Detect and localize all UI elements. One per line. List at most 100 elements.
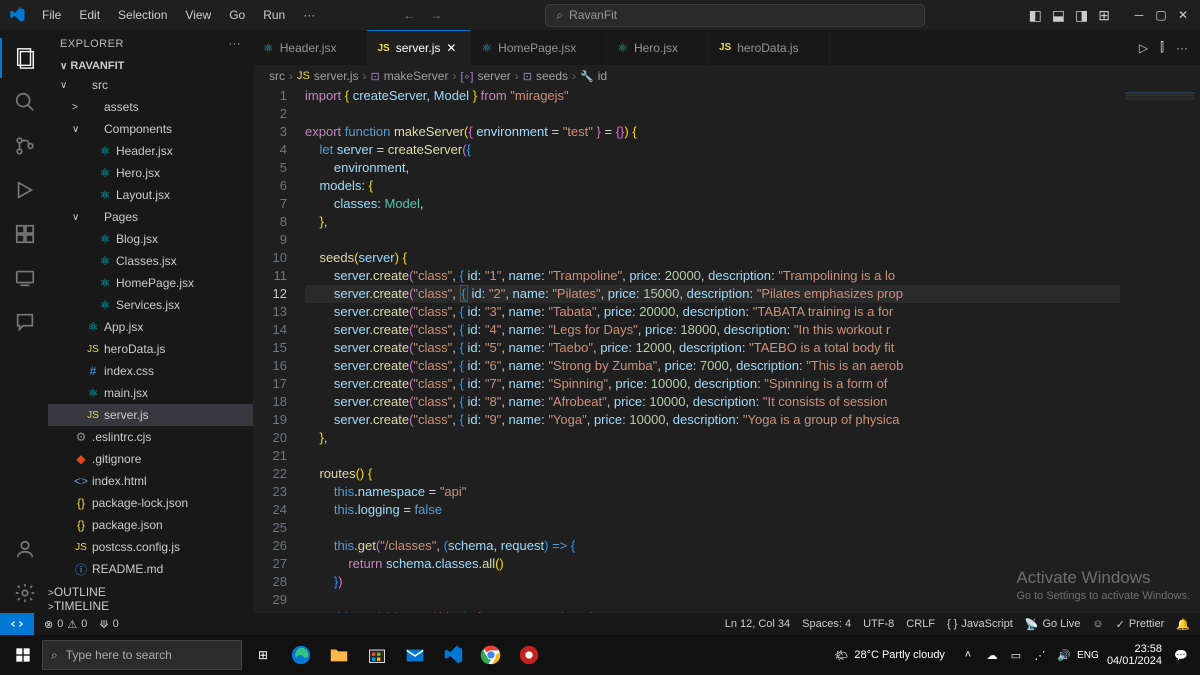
- chrome-canary-icon[interactable]: [512, 640, 546, 670]
- run-icon[interactable]: ▷: [1139, 41, 1148, 55]
- forward-icon[interactable]: →: [430, 8, 442, 22]
- outline-header[interactable]: >OUTLINE: [48, 585, 253, 599]
- onedrive-icon[interactable]: ☁: [981, 649, 1003, 662]
- tree-item[interactable]: ⚛Layout.jsx: [48, 184, 253, 206]
- indentation[interactable]: Spaces: 4: [802, 618, 851, 630]
- explorer-icon[interactable]: [0, 38, 48, 78]
- workspace-root[interactable]: ∨ RAVANFIT: [48, 58, 253, 74]
- command-center[interactable]: ⌕ RavanFit: [442, 4, 1028, 27]
- start-button-icon[interactable]: [8, 647, 38, 663]
- chat-icon[interactable]: [0, 302, 48, 342]
- minimize-icon[interactable]: ─: [1130, 8, 1148, 22]
- code-editor[interactable]: 1234567891011121314151617181920212223242…: [253, 87, 1200, 613]
- react-icon: ⚛: [84, 386, 102, 400]
- language-mode[interactable]: { }JavaScript: [947, 618, 1013, 630]
- tree-item[interactable]: <>index.html: [48, 470, 253, 492]
- code-content[interactable]: import { createServer, Model } from "mir…: [305, 87, 1120, 613]
- more-tab-icon[interactable]: ···: [1176, 41, 1188, 55]
- go-live[interactable]: 📡Go Live: [1025, 618, 1081, 631]
- tree-item[interactable]: ⚛Hero.jsx: [48, 162, 253, 184]
- layout-left-icon[interactable]: ◧: [1029, 7, 1042, 24]
- tree-item[interactable]: ∨Components: [48, 118, 253, 140]
- tree-item[interactable]: ⚛App.jsx: [48, 316, 253, 338]
- split-icon[interactable]: ⫿: [1160, 40, 1164, 55]
- tree-item[interactable]: ⓘREADME.md: [48, 558, 253, 580]
- tab[interactable]: ⚛Header.jsx✕: [253, 30, 367, 65]
- layout-bottom-icon[interactable]: ⬓: [1052, 7, 1065, 24]
- tree-item[interactable]: ∨src: [48, 74, 253, 96]
- tree-item[interactable]: ⚛Classes.jsx: [48, 250, 253, 272]
- wifi-icon[interactable]: ⋰: [1029, 649, 1051, 662]
- remote-indicator-icon[interactable]: [0, 613, 34, 635]
- tree-item[interactable]: ⚛Blog.jsx: [48, 228, 253, 250]
- menu-file[interactable]: File: [34, 4, 69, 26]
- layout-right-icon[interactable]: ◨: [1075, 7, 1088, 24]
- file-explorer-icon[interactable]: [322, 640, 356, 670]
- prettier-status[interactable]: ✓Prettier: [1116, 618, 1165, 631]
- eol[interactable]: CRLF: [906, 618, 935, 630]
- encoding[interactable]: UTF-8: [863, 618, 894, 630]
- more-icon[interactable]: ···: [229, 38, 242, 50]
- port-status[interactable]: ⟱0: [99, 618, 118, 631]
- timeline-header[interactable]: >TIMELINE: [48, 599, 253, 613]
- tree-item[interactable]: JSheroData.js: [48, 338, 253, 360]
- taskbar-search[interactable]: ⌕ Type here to search: [42, 640, 242, 670]
- tree-item[interactable]: {}package.json: [48, 514, 253, 536]
- volume-icon[interactable]: 🔊: [1053, 649, 1075, 662]
- edge-icon[interactable]: [284, 640, 318, 670]
- tree-item[interactable]: ⚛Services.jsx: [48, 294, 253, 316]
- chrome-icon[interactable]: [474, 640, 508, 670]
- menu-edit[interactable]: Edit: [71, 4, 108, 26]
- cursor-position[interactable]: Ln 12, Col 34: [725, 618, 790, 630]
- notifications-tray-icon[interactable]: 💬: [1170, 649, 1192, 662]
- menu-···[interactable]: ···: [295, 4, 323, 26]
- tree-item[interactable]: ⚛Header.jsx: [48, 140, 253, 162]
- language-icon[interactable]: ENG: [1077, 650, 1099, 661]
- nav-arrows[interactable]: ← →: [403, 8, 442, 22]
- close-tab-icon[interactable]: ✕: [446, 41, 460, 55]
- tree-item[interactable]: ⚛HomePage.jsx: [48, 272, 253, 294]
- source-control-icon[interactable]: [0, 126, 48, 166]
- tree-item[interactable]: ∨Pages: [48, 206, 253, 228]
- menu-selection[interactable]: Selection: [110, 4, 175, 26]
- weather-widget[interactable]: 🌤 28°C Partly cloudy: [834, 649, 945, 662]
- store-icon[interactable]: [360, 640, 394, 670]
- tab[interactable]: ⚛Hero.jsx✕: [607, 30, 709, 65]
- feedback-icon[interactable]: ☺: [1092, 618, 1103, 630]
- battery-icon[interactable]: ▭: [1005, 649, 1027, 662]
- tree-item[interactable]: {}package-lock.json: [48, 492, 253, 514]
- task-view-icon[interactable]: ⊞: [246, 640, 280, 670]
- tree-item[interactable]: JSserver.js: [48, 404, 253, 426]
- search-act-icon[interactable]: [0, 82, 48, 122]
- menu-go[interactable]: Go: [221, 4, 253, 26]
- tree-item[interactable]: JSpostcss.config.js: [48, 536, 253, 558]
- close-icon[interactable]: ✕: [1174, 8, 1192, 22]
- clock[interactable]: 23:58 04/01/2024: [1101, 643, 1168, 667]
- account-icon[interactable]: [0, 529, 48, 569]
- notifications-icon[interactable]: 🔔: [1176, 618, 1190, 631]
- remote-explorer-icon[interactable]: [0, 258, 48, 298]
- maximize-icon[interactable]: ▢: [1152, 8, 1170, 22]
- minimap[interactable]: [1120, 87, 1200, 613]
- tab[interactable]: JSserver.js✕: [367, 30, 471, 65]
- tree-item[interactable]: ◆.gitignore: [48, 448, 253, 470]
- problems-status[interactable]: ⊗0 ⚠0: [44, 618, 87, 631]
- back-icon[interactable]: ←: [403, 8, 415, 22]
- tree-item[interactable]: #index.css: [48, 360, 253, 382]
- tree-item[interactable]: >assets: [48, 96, 253, 118]
- breadcrumb[interactable]: src›JS server.js›⊡ makeServer›[∘] server…: [253, 65, 1200, 87]
- status-bar: ⊗0 ⚠0 ⟱0 Ln 12, Col 34 Spaces: 4 UTF-8 C…: [0, 613, 1200, 635]
- tree-item[interactable]: ⚙.eslintrc.cjs: [48, 426, 253, 448]
- menu-run[interactable]: Run: [255, 4, 293, 26]
- show-hidden-icon[interactable]: ˄: [957, 649, 979, 661]
- layout-custom-icon[interactable]: ⊞: [1098, 7, 1110, 24]
- settings-gear-icon[interactable]: [0, 573, 48, 613]
- run-debug-icon[interactable]: [0, 170, 48, 210]
- vscode-taskbar-icon[interactable]: [436, 640, 470, 670]
- tree-item[interactable]: ⚛main.jsx: [48, 382, 253, 404]
- tab[interactable]: ⚛HomePage.jsx✕: [471, 30, 607, 65]
- extensions-icon[interactable]: [0, 214, 48, 254]
- mail-icon[interactable]: [398, 640, 432, 670]
- tab[interactable]: JSheroData.js✕: [709, 30, 830, 65]
- menu-view[interactable]: View: [177, 4, 219, 26]
